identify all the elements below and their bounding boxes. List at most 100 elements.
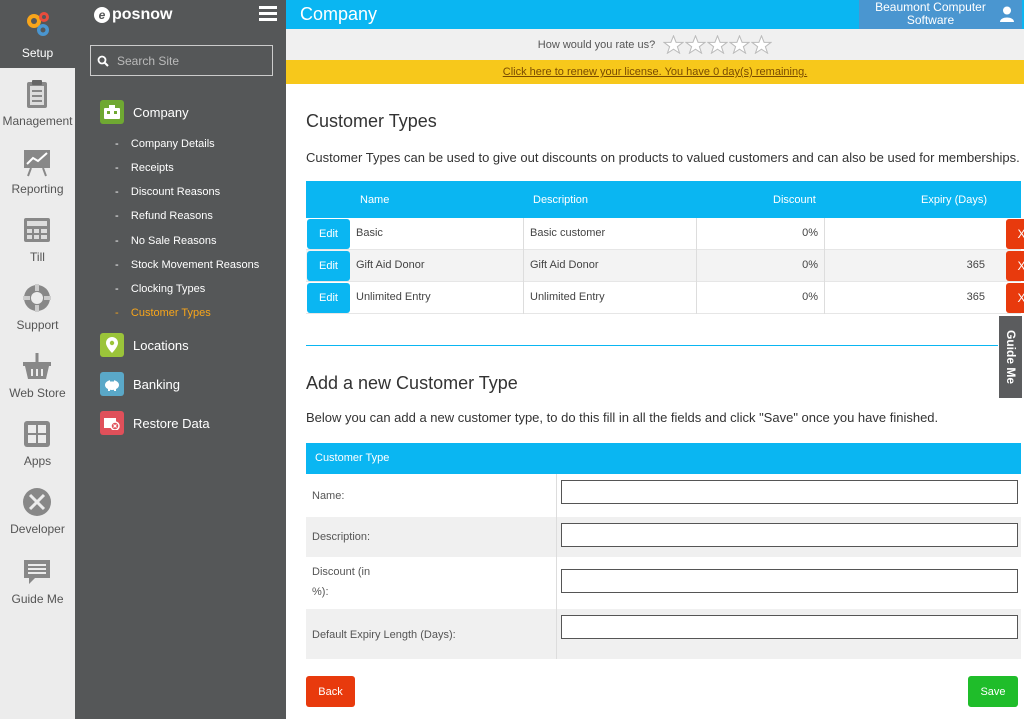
section-title-customer-types: Customer Types bbox=[306, 111, 437, 131]
search-input[interactable] bbox=[117, 53, 267, 68]
account-name-line2: Software bbox=[906, 13, 955, 27]
renew-license-banner: Click here to renew your license. You ha… bbox=[286, 60, 1024, 84]
table-row: Edit Basic Basic customer 0% X bbox=[306, 218, 1024, 250]
sidebar: e posnow Company - Company Details - Rec… bbox=[75, 0, 286, 719]
rail-item-support[interactable]: Support bbox=[0, 274, 75, 342]
cell-description: Gift Aid Donor bbox=[523, 250, 696, 282]
user-icon bbox=[1000, 6, 1014, 22]
rail-item-developer[interactable]: Developer bbox=[0, 478, 75, 546]
guide-me-tab[interactable]: Guide Me bbox=[999, 316, 1022, 398]
customer-type-form: Customer Type Name: Description: Discoun… bbox=[306, 443, 1021, 659]
account-button[interactable]: Beaumont Computer Software bbox=[859, 0, 1022, 29]
apps-icon bbox=[24, 421, 50, 447]
star-icon[interactable] bbox=[707, 35, 729, 54]
section-label: Banking bbox=[133, 376, 180, 392]
save-button[interactable]: Save bbox=[968, 676, 1018, 707]
renew-license-link[interactable]: Click here to renew your license. You ha… bbox=[503, 66, 808, 78]
rail-item-reporting[interactable]: Reporting bbox=[0, 138, 75, 206]
sidebar-section-banking[interactable]: Banking bbox=[100, 371, 180, 397]
gears-icon bbox=[27, 12, 49, 36]
sidebar-link-clocking-types[interactable]: - Clocking Types bbox=[115, 283, 205, 295]
cell-discount: 0% bbox=[696, 250, 824, 282]
rail-label: Apps bbox=[23, 454, 52, 468]
delete-button[interactable]: X bbox=[1006, 283, 1024, 313]
delete-button[interactable]: X bbox=[1006, 251, 1024, 281]
name-field[interactable] bbox=[561, 480, 1018, 504]
section-label: Restore Data bbox=[133, 415, 210, 431]
star-icon[interactable] bbox=[663, 35, 685, 54]
search-icon bbox=[97, 55, 109, 67]
cell-discount: 0% bbox=[696, 218, 824, 250]
delete-button[interactable]: X bbox=[1006, 219, 1024, 249]
rail-label: Guide Me bbox=[11, 592, 64, 606]
column-header-description: Description bbox=[533, 194, 589, 206]
sidebar-link-discount-reasons[interactable]: - Discount Reasons bbox=[115, 186, 220, 198]
chat-list-icon bbox=[24, 560, 50, 584]
cell-name: Gift Aid Donor bbox=[356, 259, 425, 271]
sidebar-link-no-sale-reasons[interactable]: - No Sale Reasons bbox=[115, 235, 217, 247]
form-row-discount: Discount (in %): bbox=[306, 557, 1021, 609]
sidebar-section-restore-data[interactable]: Restore Data bbox=[100, 410, 210, 436]
rating-bar: How would you rate us? bbox=[286, 29, 1024, 60]
star-icon[interactable] bbox=[685, 35, 707, 54]
cell-name: Basic bbox=[356, 227, 383, 239]
sidebar-link-refund-reasons[interactable]: - Refund Reasons bbox=[115, 210, 213, 222]
column-header-discount: Discount bbox=[773, 194, 816, 206]
chart-easel-icon bbox=[24, 150, 50, 177]
icon-rail: Setup Management Reporting Till Support bbox=[0, 0, 75, 719]
search-box bbox=[90, 45, 273, 76]
cell-expiry: 365 bbox=[824, 250, 991, 282]
logo-e-icon: e bbox=[94, 7, 110, 23]
sidebar-link-customer-types[interactable]: - Customer Types bbox=[115, 307, 211, 319]
rail-item-web-store[interactable]: Web Store bbox=[0, 342, 75, 410]
hamburger-menu-icon[interactable] bbox=[259, 6, 277, 21]
cell-discount: 0% bbox=[696, 282, 824, 314]
form-row-description: Description: bbox=[306, 517, 1021, 557]
cell-description: Basic customer bbox=[523, 218, 696, 250]
tools-icon bbox=[23, 488, 51, 516]
description-field[interactable] bbox=[561, 523, 1018, 547]
field-label-discount: Discount (in %): bbox=[312, 562, 370, 602]
rail-item-setup[interactable]: Setup bbox=[0, 0, 75, 68]
cell-description: Unlimited Entry bbox=[523, 282, 696, 314]
cell-name: Unlimited Entry bbox=[356, 291, 431, 303]
table-row: Edit Gift Aid Donor Gift Aid Donor 0% 36… bbox=[306, 250, 1024, 282]
star-icon[interactable] bbox=[729, 35, 751, 54]
sidebar-link-company-details[interactable]: - Company Details bbox=[115, 138, 215, 150]
cell-expiry bbox=[824, 218, 991, 250]
rating-prompt: How would you rate us? bbox=[537, 38, 656, 51]
form-header: Customer Type bbox=[306, 443, 1021, 474]
star-icon[interactable] bbox=[751, 35, 773, 54]
piggy-bank-icon bbox=[100, 372, 124, 396]
field-label-expiry: Default Expiry Length (Days): bbox=[312, 629, 456, 641]
table-row: Edit Unlimited Entry Unlimited Entry 0% … bbox=[306, 282, 1024, 314]
restore-icon bbox=[100, 411, 124, 435]
location-pin-icon bbox=[100, 333, 124, 357]
sidebar-link-stock-movement-reasons[interactable]: - Stock Movement Reasons bbox=[115, 259, 259, 271]
rail-item-apps[interactable]: Apps bbox=[0, 410, 75, 478]
sidebar-link-receipts[interactable]: - Receipts bbox=[115, 162, 174, 174]
edit-button[interactable]: Edit bbox=[307, 283, 350, 313]
cell-expiry: 365 bbox=[824, 282, 991, 314]
expiry-days-field[interactable] bbox=[561, 615, 1018, 639]
rail-label: Management bbox=[2, 114, 73, 128]
back-button[interactable]: Back bbox=[306, 676, 355, 707]
edit-button[interactable]: Edit bbox=[307, 251, 350, 281]
rail-label: Support bbox=[16, 318, 59, 332]
basket-icon bbox=[23, 353, 51, 379]
rail-item-guide-me[interactable]: Guide Me bbox=[0, 548, 75, 616]
page-title: Company bbox=[300, 4, 378, 24]
rail-item-till[interactable]: Till bbox=[0, 206, 75, 274]
rail-label: Web Store bbox=[9, 386, 66, 400]
discount-field[interactable] bbox=[561, 569, 1018, 593]
rail-label: Developer bbox=[10, 522, 65, 536]
eposnow-logo[interactable]: e posnow bbox=[94, 6, 172, 24]
field-label-discount-line1: Discount (in bbox=[312, 566, 371, 578]
field-label-name: Name: bbox=[312, 490, 345, 502]
sidebar-section-company[interactable]: Company bbox=[100, 99, 189, 125]
edit-button[interactable]: Edit bbox=[307, 219, 350, 249]
form-row-expiry: Default Expiry Length (Days): bbox=[306, 609, 1021, 659]
sidebar-section-locations[interactable]: Locations bbox=[100, 332, 189, 358]
rail-item-management[interactable]: Management bbox=[0, 70, 75, 138]
add-customer-type-description: Below you can add a new customer type, t… bbox=[306, 410, 939, 425]
